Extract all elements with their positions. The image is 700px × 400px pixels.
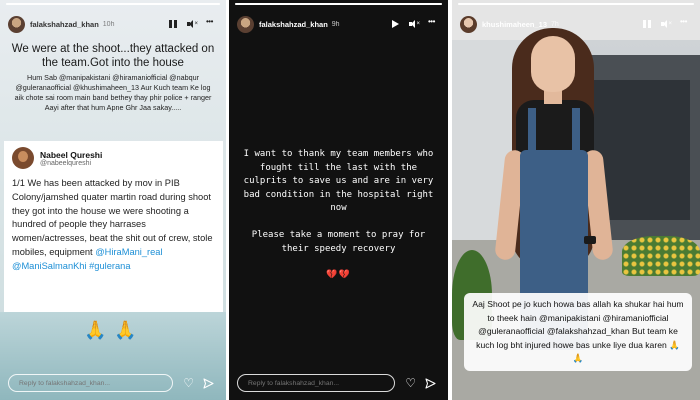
flower-bed (622, 236, 700, 276)
tweet-author-name: Nabeel Qureshi (40, 149, 103, 160)
mute-icon[interactable]: × (409, 19, 420, 29)
username[interactable]: falakshahzad_khan (30, 20, 99, 29)
more-icon[interactable] (428, 17, 440, 29)
username[interactable]: khushimaheen_13 (482, 20, 547, 29)
mute-icon[interactable]: × (661, 19, 672, 29)
post-time: 7h (551, 20, 559, 28)
story-header: khushimaheen_13 7h × (460, 14, 692, 34)
story-panel-3: khushimaheen_13 7h × Aaj Shoot pe jo kuc… (452, 0, 700, 400)
play-icon[interactable] (390, 19, 400, 29)
post-time: 10h (102, 20, 115, 28)
pray-emoji: 🙏🙏 (84, 320, 145, 340)
caption-text: Aaj Shoot pe jo kuch howa bas allah ka s… (472, 299, 684, 350)
story-subtext: Hum Sab @manipakistani @hiramaniofficial… (14, 73, 212, 112)
story-headline: We were at the shoot...they attacked on … (11, 43, 215, 69)
tweet-text: 1/1 We has been attacked by mov in PIB C… (12, 178, 213, 257)
reply-input[interactable] (8, 374, 174, 392)
pause-icon[interactable] (168, 19, 178, 29)
reply-input[interactable] (237, 374, 396, 392)
story-progress-bar (235, 3, 442, 5)
story-progress-bar (458, 3, 694, 5)
avatar[interactable] (460, 15, 477, 33)
reply-bar: ♡ (237, 374, 442, 392)
tweet-avatar (12, 147, 34, 169)
story-header: falakshahzad_khan 9h × (237, 14, 440, 34)
more-icon[interactable] (206, 17, 218, 29)
story-panel-2: falakshahzad_khan 9h × I want to thank m… (229, 0, 448, 400)
post-time: 9h (331, 20, 340, 28)
avatar[interactable] (8, 15, 25, 33)
thank-message: I want to thank my team members who foug… (243, 149, 434, 214)
story-header: falakshahzad_khan 10h × (8, 14, 218, 34)
username[interactable]: falakshahzad_khan (259, 20, 328, 29)
mute-icon[interactable]: × (187, 19, 198, 29)
avatar[interactable] (237, 15, 254, 33)
story-caption: Aaj Shoot pe jo kuch howa bas allah ka s… (464, 293, 692, 371)
reply-bar: ♡ (8, 374, 220, 392)
pause-icon[interactable] (642, 19, 652, 29)
heart-icon[interactable]: ♡ (405, 377, 416, 389)
story-progress-bar (6, 3, 220, 5)
broken-hearts-emoji: 💔💔 (326, 270, 351, 281)
send-icon[interactable] (203, 377, 214, 389)
story-text: I want to thank my team members who foug… (243, 148, 434, 283)
more-icon[interactable] (680, 17, 692, 29)
send-icon[interactable] (425, 377, 436, 389)
heart-icon[interactable]: ♡ (183, 377, 194, 389)
pray-message: Please take a moment to pray for their s… (251, 229, 426, 254)
story-panel-1: falakshahzad_khan 10h × We were at the s… (0, 0, 226, 400)
tweet-author-handle: @nabeelqureshi (40, 159, 92, 167)
embedded-tweet: Nabeel Qureshi @nabeelqureshi 1/1 We has… (4, 141, 223, 312)
